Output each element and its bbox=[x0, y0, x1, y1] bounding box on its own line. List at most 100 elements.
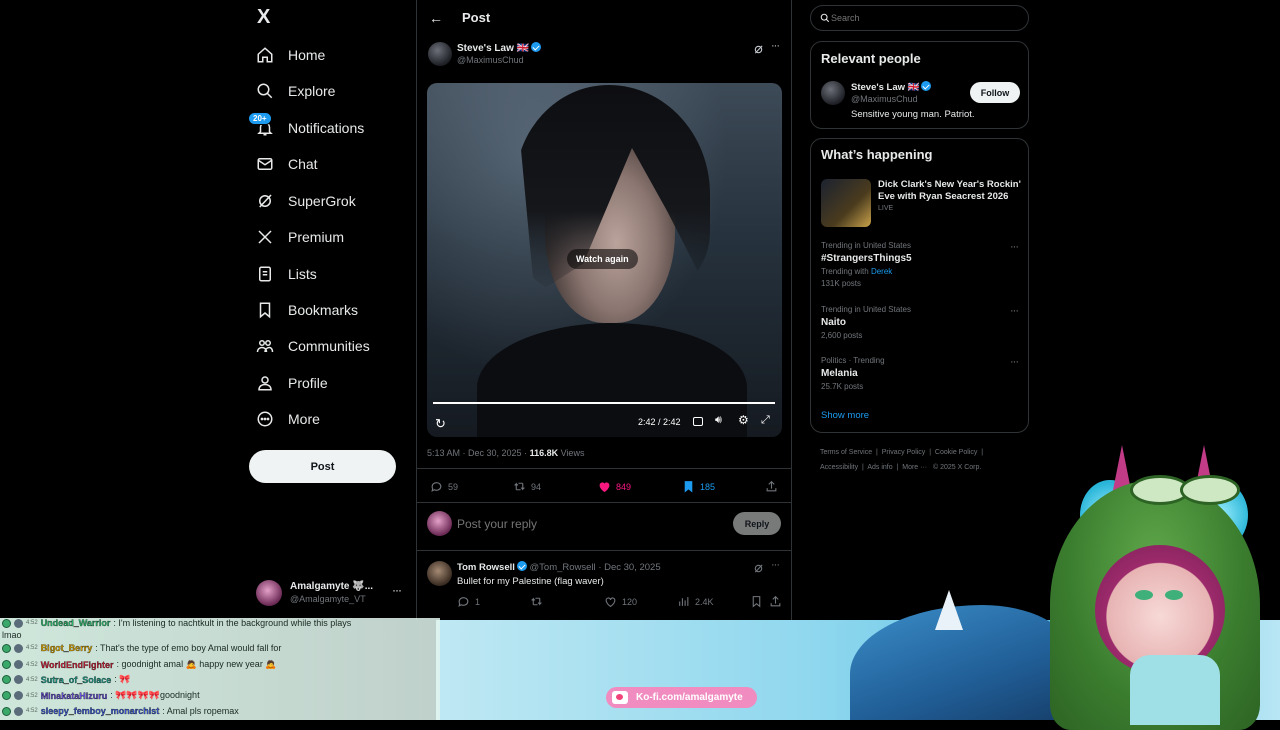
repost-action[interactable] bbox=[530, 595, 543, 608]
avatar bbox=[427, 511, 452, 536]
chat-message: 4:52 WorldEndFighter: goodnight amal 🙇 h… bbox=[2, 659, 277, 670]
video-time: 2:42 / 2:42 bbox=[638, 417, 681, 427]
share-action[interactable] bbox=[769, 595, 782, 608]
chat-text: : I'm listening to nachtkult in the back… bbox=[113, 618, 352, 628]
divider bbox=[417, 468, 791, 469]
share-action[interactable] bbox=[765, 480, 778, 493]
author-name[interactable]: Steve's Law 🇬🇧 bbox=[457, 42, 542, 54]
chat-time: 4:52 bbox=[26, 620, 38, 626]
nav-item-communities[interactable]: Communities bbox=[256, 334, 370, 358]
fullscreen-icon[interactable]: ⤢ bbox=[761, 414, 770, 427]
back-arrow-icon[interactable]: ← bbox=[429, 10, 443, 26]
chat-username: WorldEndFighter bbox=[40, 659, 114, 670]
footer-link[interactable]: Cookie Policy bbox=[935, 449, 977, 456]
nav-item-home[interactable]: Home bbox=[256, 43, 325, 67]
account-name: Amalgamyte 🐺... bbox=[290, 581, 374, 592]
search-icon bbox=[257, 83, 273, 99]
more-dots-icon[interactable]: ··· bbox=[1010, 241, 1019, 253]
search-box[interactable] bbox=[810, 5, 1029, 31]
like-action[interactable]: 120 bbox=[604, 595, 637, 608]
person-handle[interactable]: @MaximusChud bbox=[851, 94, 918, 104]
avatar[interactable] bbox=[428, 42, 452, 66]
nav-label: Premium bbox=[288, 229, 345, 245]
page-title: Post bbox=[462, 10, 491, 25]
badge-icon bbox=[2, 618, 11, 628]
footer-link[interactable]: Privacy Policy bbox=[882, 449, 926, 456]
chat-message: 4:52 sleepy_femboy_monarchist: Amal pls … bbox=[2, 706, 239, 716]
reply-author-handle[interactable]: @Tom_Rowsell bbox=[530, 562, 596, 573]
trend-with-link[interactable]: Derek bbox=[871, 267, 892, 276]
bookmark-action[interactable]: 185 bbox=[682, 480, 715, 493]
nav-item-supergrok[interactable]: SuperGrok bbox=[256, 189, 356, 213]
settings-gear-icon[interactable]: ⚙ bbox=[738, 413, 749, 427]
post-button[interactable]: Post bbox=[249, 450, 396, 483]
more-dots-icon[interactable]: ··· bbox=[771, 40, 780, 52]
watch-again-button[interactable]: Watch again bbox=[567, 249, 638, 269]
footer-link[interactable]: Terms of Service bbox=[820, 449, 872, 456]
repost-action[interactable]: 94 bbox=[513, 480, 541, 493]
reply-action[interactable]: 59 bbox=[430, 480, 458, 493]
bookmark-icon bbox=[259, 302, 271, 319]
nav-item-premium[interactable]: Premium bbox=[256, 225, 344, 249]
reply-date[interactable]: · Dec 30, 2025 bbox=[598, 562, 660, 573]
replay-icon[interactable]: ↻ bbox=[435, 416, 446, 432]
nav-label: Bookmarks bbox=[288, 302, 359, 318]
video-progress-fill bbox=[433, 402, 775, 404]
views-action[interactable]: 2.4K bbox=[677, 595, 714, 608]
nav-item-notifications[interactable]: 20+ Notifications bbox=[248, 112, 364, 140]
badge-icon bbox=[2, 643, 11, 653]
avatar[interactable] bbox=[427, 561, 452, 586]
reply-author-name[interactable]: Tom Rowsell bbox=[457, 562, 515, 573]
person-name[interactable]: Steve's Law 🇬🇧 bbox=[851, 81, 932, 93]
vtuber-avatar bbox=[1050, 445, 1270, 730]
search-input[interactable] bbox=[831, 11, 1011, 25]
footer-link[interactable]: More ··· bbox=[902, 464, 927, 471]
kofi-pill[interactable]: Ko-fi.com/amalgamyte bbox=[606, 687, 757, 708]
show-more-link[interactable]: Show more bbox=[821, 410, 869, 421]
reply-action[interactable]: 1 bbox=[457, 595, 480, 608]
x-logo-icon[interactable]: X bbox=[257, 6, 270, 29]
volume-icon[interactable]: 🔊︎ bbox=[715, 414, 722, 427]
video-player[interactable]: Watch again ↻ 2:42 / 2:42 🔊︎ ⚙ ⤢ bbox=[427, 83, 782, 437]
account-switcher[interactable]: Amalgamyte 🐺... @Amalgamyte_VT ··· bbox=[256, 578, 408, 608]
footer-link[interactable]: Accessibility bbox=[820, 464, 858, 471]
avatar[interactable] bbox=[821, 81, 845, 105]
nav-item-more[interactable]: More bbox=[256, 407, 320, 431]
grok-icon[interactable] bbox=[753, 42, 764, 54]
chat-time: 4:52 bbox=[26, 645, 38, 651]
verified-badge-icon bbox=[531, 42, 542, 52]
captions-icon[interactable] bbox=[693, 417, 703, 426]
follow-button[interactable]: Follow bbox=[970, 82, 1020, 103]
more-dots-icon[interactable]: ··· bbox=[1010, 356, 1019, 368]
card-title: What’s happening bbox=[821, 147, 933, 162]
nav-label: Communities bbox=[288, 338, 370, 354]
reply-input[interactable] bbox=[457, 514, 717, 534]
trend-item[interactable]: Politics · Trending Melania 25.7K posts bbox=[821, 356, 1021, 391]
chat-message: 4:52 Undead_Warrior: I'm listening to na… bbox=[2, 618, 351, 628]
like-action[interactable]: 849 bbox=[598, 480, 631, 493]
frog-eye bbox=[1180, 475, 1240, 505]
nav-item-explore[interactable]: Explore bbox=[256, 79, 335, 103]
person-bio: Sensitive young man. Patriot. bbox=[851, 109, 975, 120]
chat-time: 4:52 bbox=[26, 661, 38, 668]
nav-item-lists[interactable]: Lists bbox=[256, 262, 317, 286]
featured-thumbnail[interactable] bbox=[821, 179, 871, 227]
more-dots-icon[interactable]: ··· bbox=[771, 559, 780, 571]
bookmark-icon bbox=[752, 596, 761, 608]
nav-item-chat[interactable]: Chat bbox=[256, 152, 318, 176]
featured-title[interactable]: Dick Clark's New Year's Rockin' Eve with… bbox=[878, 179, 1023, 203]
bookmark-action[interactable] bbox=[750, 595, 763, 608]
trend-item[interactable]: Trending in United States #StrangersThin… bbox=[821, 241, 1021, 288]
nav-item-bookmarks[interactable]: Bookmarks bbox=[256, 298, 358, 322]
author-handle[interactable]: @MaximusChud bbox=[457, 55, 524, 65]
post-column: ← Post Steve's Law 🇬🇧 @MaximusChud ··· W… bbox=[416, 0, 792, 620]
more-dots-icon[interactable]: ··· bbox=[1010, 305, 1019, 317]
avatar bbox=[14, 691, 23, 700]
nav-item-profile[interactable]: Profile bbox=[256, 371, 328, 395]
reply-button[interactable]: Reply bbox=[733, 512, 781, 535]
reply-text: Bullet for my Palestine (flag waver) bbox=[457, 576, 604, 587]
trend-item[interactable]: Trending in United States Naito 2,600 po… bbox=[821, 305, 1021, 340]
video-progress-track[interactable] bbox=[433, 402, 775, 404]
grok-icon[interactable] bbox=[753, 561, 764, 573]
footer-link[interactable]: Ads info bbox=[867, 464, 892, 471]
